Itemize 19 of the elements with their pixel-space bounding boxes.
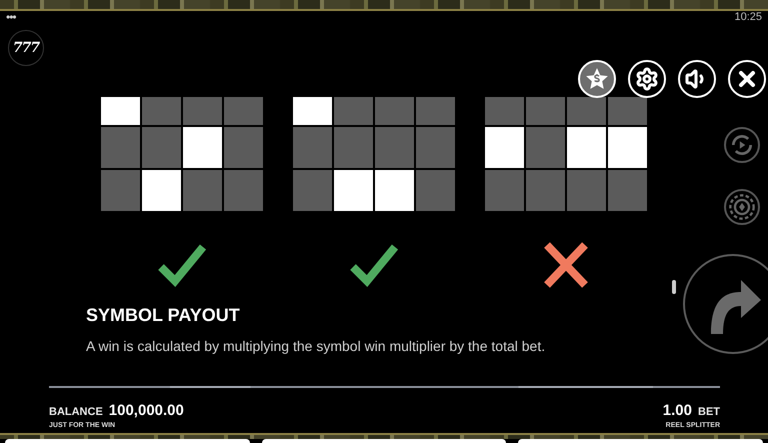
settings-icon xyxy=(635,67,659,91)
bet-label: BET xyxy=(698,406,720,418)
bet-value: 1.00 xyxy=(662,402,692,419)
settings-button[interactable] xyxy=(628,60,666,98)
clock-time: 10:25 xyxy=(734,11,762,23)
balance-label: BALANCE xyxy=(49,406,103,418)
slider-handle[interactable] xyxy=(672,280,676,294)
section-title: SYMBOL PAYOUT xyxy=(86,305,241,326)
close-button[interactable] xyxy=(728,60,766,98)
autoplay-button[interactable] xyxy=(724,127,760,163)
balance-value: 100,000.00 xyxy=(108,402,184,419)
menu-dots[interactable]: ••• xyxy=(6,11,16,23)
bet-button[interactable] xyxy=(724,189,760,225)
autoplay-icon xyxy=(729,132,755,158)
section-description: A win is calculated by multiplying the symbol win multiplier by the total bet. xyxy=(86,338,546,354)
bonus-button[interactable] xyxy=(578,60,616,98)
sound-button[interactable] xyxy=(678,60,716,98)
chip-icon xyxy=(728,193,756,221)
logo: 777 xyxy=(8,30,44,66)
